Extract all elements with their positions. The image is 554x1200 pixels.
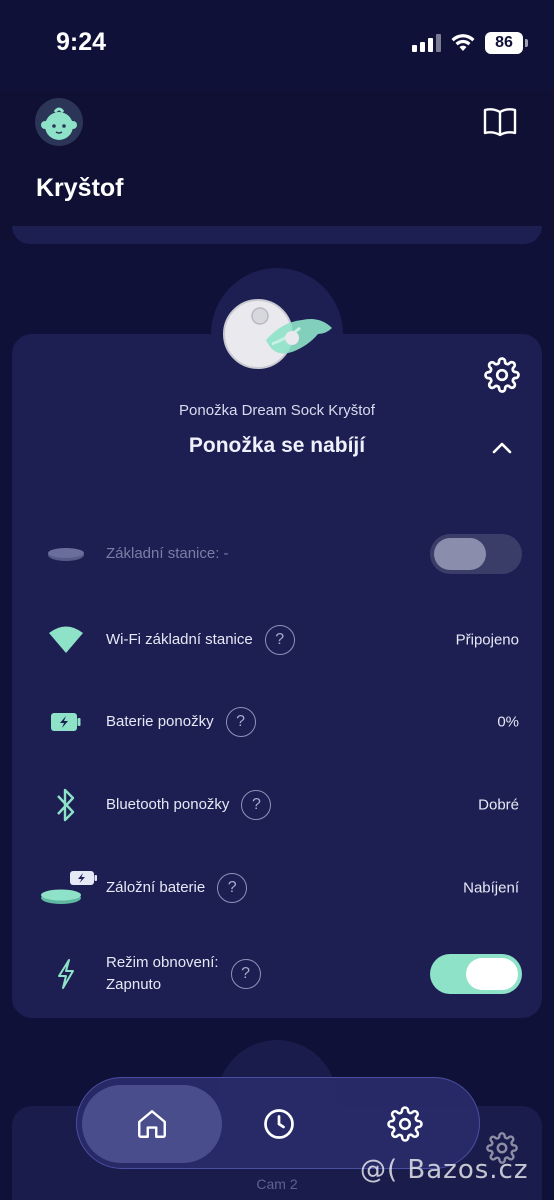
collapsed-card-edge (12, 226, 542, 244)
row-value: 0% (497, 713, 519, 731)
row-label: Wi-Fi základní stanice ? (106, 625, 295, 655)
row-value: Připojeno (455, 631, 519, 649)
tab-home[interactable] (82, 1085, 222, 1163)
tab-settings[interactable] (335, 1085, 475, 1163)
recovery-mode-toggle[interactable] (430, 954, 522, 994)
clock-icon (264, 1109, 294, 1139)
tab-history[interactable] (209, 1085, 349, 1163)
row-value: Dobré (478, 796, 519, 814)
header: Kryštof (0, 90, 554, 240)
device-status-title: Ponožka se nabíjí (188, 434, 366, 457)
wifi-status-icon (451, 34, 475, 51)
base-station-icon (42, 524, 90, 584)
home-icon (138, 1110, 166, 1138)
backup-battery-icon (34, 858, 104, 918)
bluetooth-icon (42, 775, 90, 835)
row-backup-battery: Záložní baterie ? Nabíjení (12, 858, 542, 918)
base-station-toggle[interactable] (430, 534, 522, 574)
book-icon[interactable] (482, 106, 518, 138)
status-time: 9:24 (56, 28, 107, 56)
cellular-signal-icon (412, 34, 441, 52)
wifi-icon (42, 610, 90, 670)
row-label: Záložní baterie ? (106, 873, 248, 903)
child-name: Kryštof (36, 174, 124, 202)
row-label: Baterie ponožky ? (106, 707, 256, 737)
help-icon[interactable]: ? (225, 707, 256, 737)
row-label: Základní stanice: - (106, 545, 229, 562)
row-value: Nabíjení (463, 879, 519, 897)
device-name: Ponožka Dream Sock Kryštof (179, 402, 375, 419)
device-settings-gear-icon[interactable] (484, 357, 520, 393)
help-icon[interactable]: ? (264, 625, 295, 655)
row-bluetooth: Bluetooth ponožky ? Dobré (12, 775, 542, 835)
row-base-station: Základní stanice: - (12, 524, 542, 584)
help-icon[interactable]: ? (230, 959, 261, 989)
row-label: Bluetooth ponožky ? (106, 790, 272, 820)
battery-indicator: 86 (485, 32, 528, 54)
row-wifi: Wi-Fi základní stanice ? Připojeno (12, 610, 542, 670)
row-label: Režim obnovení: Zapnuto ? (106, 952, 261, 996)
toggle-knob (466, 958, 518, 990)
row-sock-battery: Baterie ponožky ? 0% (12, 692, 542, 752)
watermark: @( Bazos.cz (360, 1155, 529, 1185)
gear-icon (387, 1106, 423, 1142)
battery-charging-icon (42, 692, 90, 752)
status-bar: 9:24 86 (0, 0, 554, 90)
help-icon[interactable]: ? (217, 873, 248, 903)
chevron-up-icon[interactable] (490, 436, 514, 460)
baby-face-icon (41, 107, 77, 140)
toggle-knob (434, 538, 486, 570)
baby-avatar[interactable] (35, 98, 83, 146)
lightning-icon (42, 944, 90, 1004)
dream-sock-image (223, 299, 332, 369)
row-recovery-mode: Režim obnovení: Zapnuto ? (12, 944, 542, 1004)
help-icon[interactable]: ? (241, 790, 272, 820)
